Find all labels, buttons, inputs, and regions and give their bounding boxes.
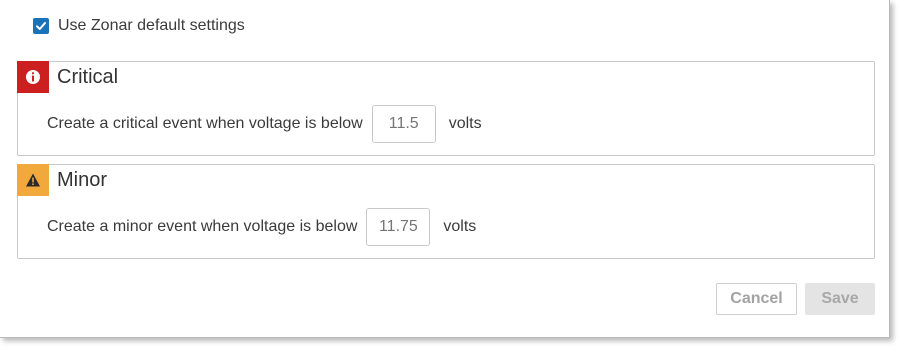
voltage-settings-dialog: Use Zonar default settings Critical Crea… xyxy=(0,0,890,338)
checkmark-icon xyxy=(36,22,46,30)
critical-unit-label: volts xyxy=(448,115,482,132)
critical-rule-row: Create a critical event when voltage is … xyxy=(47,105,482,143)
minor-rule-text: Create a minor event when voltage is bel… xyxy=(47,218,358,235)
critical-title: Critical xyxy=(57,66,119,88)
warning-triangle-icon xyxy=(17,164,49,196)
use-defaults-checkbox[interactable] xyxy=(33,18,49,34)
critical-rule-text: Create a critical event when voltage is … xyxy=(47,115,363,132)
info-circle-icon xyxy=(17,61,49,93)
critical-voltage-input[interactable] xyxy=(371,105,436,143)
minor-unit-label: volts xyxy=(443,218,477,235)
minor-panel: Minor Create a minor event when voltage … xyxy=(17,164,875,259)
minor-rule-row: Create a minor event when voltage is bel… xyxy=(47,208,476,246)
use-defaults-row[interactable]: Use Zonar default settings xyxy=(33,17,245,35)
minor-voltage-input[interactable] xyxy=(366,208,431,246)
save-button[interactable]: Save xyxy=(805,283,875,315)
critical-panel: Critical Create a critical event when vo… xyxy=(17,61,875,156)
minor-title: Minor xyxy=(57,169,108,191)
cancel-button[interactable]: Cancel xyxy=(716,283,797,315)
use-defaults-label: Use Zonar default settings xyxy=(58,17,245,34)
